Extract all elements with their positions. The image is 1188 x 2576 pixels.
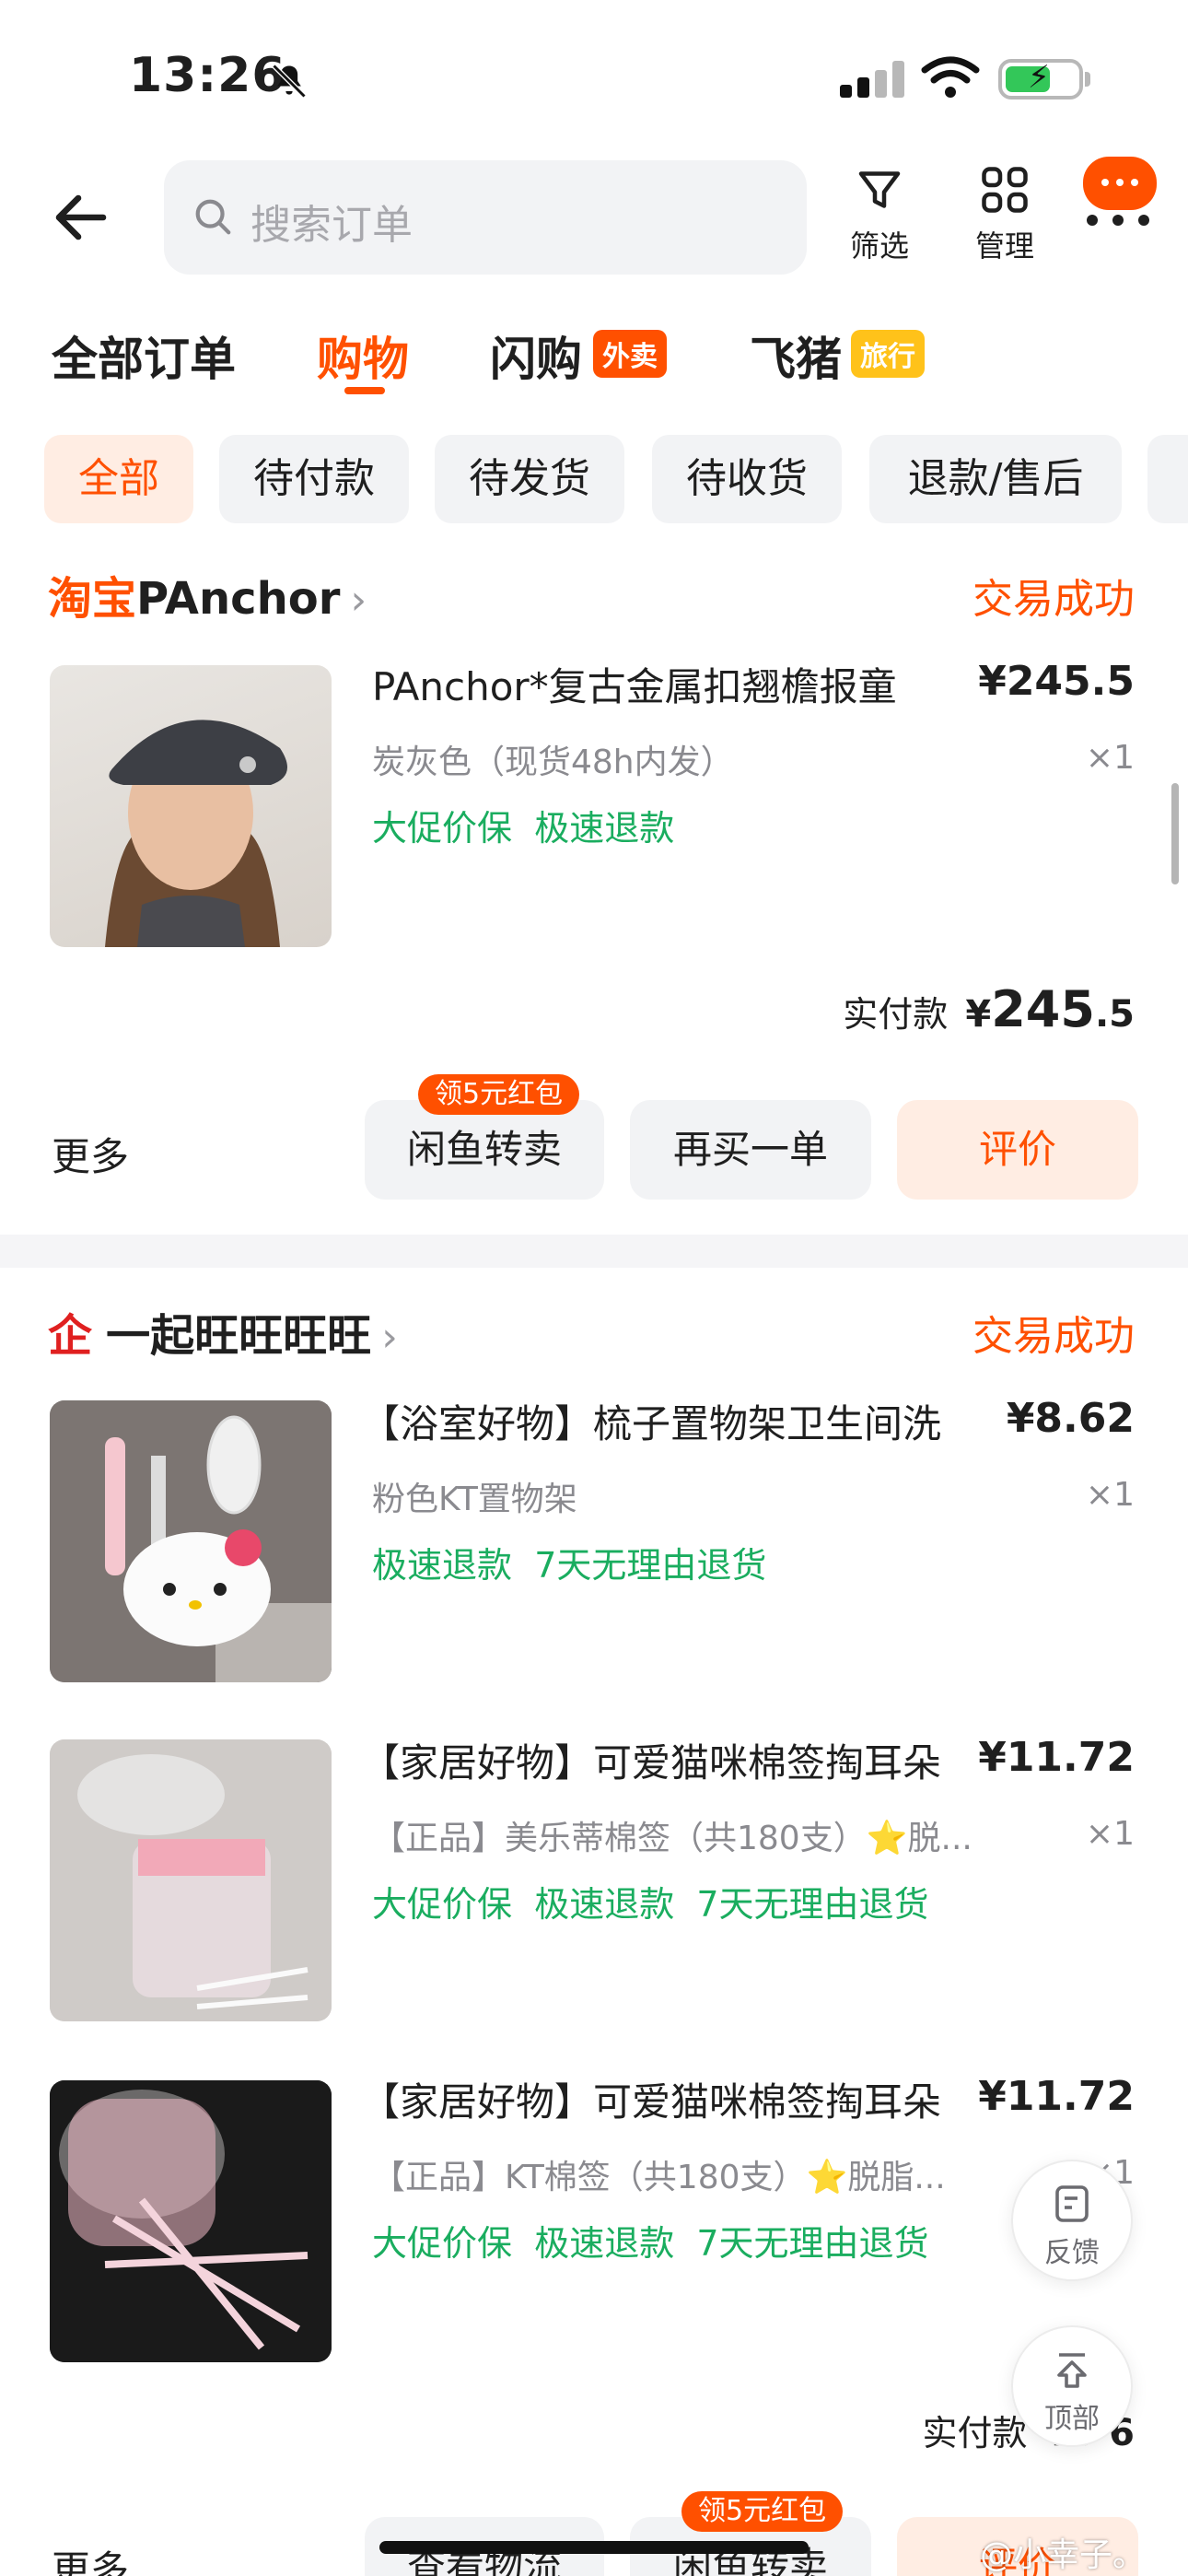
feedback-icon — [1055, 2185, 1089, 2222]
product-qty-rack: ×1 — [1085, 1476, 1135, 1514]
order-status: 交易成功 — [973, 576, 1135, 623]
product-qty: ×1 — [1085, 739, 1135, 777]
paid-integer: 245 — [991, 980, 1095, 1038]
wifi-icon — [921, 56, 980, 98]
tag-fast-refund: 极速退款 — [372, 1545, 513, 1586]
resell-button[interactable]: 闲鱼转卖 — [365, 1100, 604, 1200]
product-spec-swabs-2: 【正品】KT棉签（共180支）⭐脱脂... — [372, 2159, 946, 2196]
tab-active-indicator — [344, 387, 385, 394]
tag-fast-refund: 极速退款 — [534, 1884, 675, 1925]
product-price: ¥245.5 — [978, 658, 1135, 705]
product-spec-swabs-1: 【正品】美乐蒂棉签（共180支）⭐脱... — [372, 1820, 973, 1857]
tab-fliggy-label: 飞猪 — [750, 333, 842, 386]
tag-price-protect: 大促价保 — [372, 2223, 513, 2264]
chevron-right-icon: › — [350, 577, 367, 624]
product-tags-swabs-2: 大促价保 极速退款 7天无理由退货 — [372, 2215, 929, 2266]
back-arrow-icon[interactable] — [48, 184, 114, 251]
product-image-rack[interactable] — [50, 1400, 332, 1682]
grid-icon — [982, 167, 1028, 213]
tag-7day-return: 7天无理由退货 — [696, 2223, 929, 2264]
status-time: 13:26 — [129, 48, 286, 103]
chat-bubble-icon[interactable] — [1083, 157, 1157, 210]
signal-icon — [840, 61, 910, 98]
taobao-logo: 淘宝 — [48, 573, 137, 625]
more-menu-button[interactable] — [1087, 212, 1164, 229]
battery-tip — [1085, 72, 1090, 87]
filter-button[interactable]: 筛选 — [829, 162, 930, 265]
order-status-2: 交易成功 — [973, 1313, 1135, 1360]
filter-chip-all[interactable]: 全部 — [44, 435, 193, 523]
product-spec-rack: 粉色KT置物架 — [372, 1481, 577, 1518]
manage-label: 管理 — [974, 228, 1034, 263]
product-title-rack[interactable]: 【浴室好物】梳子置物架卫生间洗 — [361, 1393, 941, 1449]
product-qty-swabs-1: ×1 — [1085, 1815, 1135, 1853]
product-spec: 炭灰色（现货48h内发） — [372, 744, 734, 781]
battery-icon: ⚡ — [998, 59, 1083, 100]
product-title-swabs-2[interactable]: 【家居好物】可爱猫咪棉签掏耳朵 — [361, 2071, 941, 2127]
paid-decimal: .5 — [1094, 993, 1135, 1036]
filter-chip-overflow[interactable] — [1147, 435, 1188, 523]
product-image[interactable] — [50, 665, 332, 947]
order-shop-header[interactable]: 淘宝PAnchor › — [48, 562, 367, 626]
coupon-badge: 领5元红包 — [418, 1074, 580, 1115]
paid-amount: 实付款 ¥245.5 — [843, 980, 1135, 1038]
manage-button[interactable]: 管理 — [954, 162, 1055, 265]
product-tags: 大促价保 极速退款 — [372, 800, 674, 850]
shop-name-2: 一起旺旺旺旺 — [106, 1310, 372, 1362]
review-button[interactable]: 评价 — [897, 1100, 1138, 1200]
product-title[interactable]: PAnchor*复古金属扣翘檐报童 — [372, 656, 897, 712]
filter-chip-pending-receipt[interactable]: 待收货 — [652, 435, 842, 523]
bell-slash-icon — [272, 64, 307, 99]
product-price-swabs-2: ¥11.72 — [978, 2073, 1135, 2120]
product-image-swabs-1[interactable] — [50, 1739, 332, 2021]
coupon-badge-2: 领5元红包 — [681, 2491, 844, 2532]
filter-chip-refund[interactable]: 退款/售后 — [869, 435, 1122, 523]
tab-fliggy[interactable]: 飞猪 — [750, 322, 842, 389]
product-title-swabs-1[interactable]: 【家居好物】可爱猫咪棉签掏耳朵 — [361, 1732, 941, 1788]
filter-label: 筛选 — [849, 228, 909, 263]
tag-price-protect: 大促价保 — [372, 1884, 513, 1925]
product-price-rack: ¥8.62 — [1006, 1395, 1135, 1442]
top-label: 顶部 — [1044, 2403, 1100, 2435]
buy-again-button[interactable]: 再买一单 — [630, 1100, 871, 1200]
order-shop-header-2[interactable]: 企 一起旺旺旺旺 › — [48, 1299, 398, 1364]
scrollbar[interactable] — [1171, 783, 1179, 884]
tab-flash-buy[interactable]: 闪购 — [490, 322, 582, 389]
search-input[interactable]: 搜索订单 — [164, 160, 807, 275]
tab-shopping[interactable]: 购物 — [317, 322, 409, 389]
funnel-icon — [858, 171, 901, 208]
paid-label: 实付款 — [843, 994, 949, 1035]
top-arrow-icon — [1057, 2353, 1087, 2388]
tab-badge-takeout: 外卖 — [593, 330, 667, 378]
search-icon — [195, 199, 231, 235]
feedback-label: 反馈 — [1044, 2237, 1100, 2269]
product-image-swabs-2[interactable] — [50, 2080, 332, 2362]
tag-price-protect: 大促价保 — [372, 808, 513, 849]
tab-flash-buy-label: 闪购 — [490, 333, 582, 386]
back-to-top-button[interactable]: 顶部 — [1011, 2325, 1133, 2447]
tab-all-orders[interactable]: 全部订单 — [52, 322, 236, 389]
tag-7day-return: 7天无理由退货 — [534, 1545, 767, 1586]
watermark: @小幸子。 — [980, 2536, 1147, 2574]
enterprise-logo: 企 — [48, 1310, 93, 1362]
paid-label-2: 实付款 — [922, 2413, 1028, 2453]
product-price-swabs-1: ¥11.72 — [978, 1734, 1135, 1781]
tag-fast-refund: 极速退款 — [534, 2223, 675, 2264]
search-placeholder: 搜索订单 — [250, 202, 413, 249]
more-link-2[interactable]: 更多 — [52, 2539, 129, 2576]
tab-badge-travel: 旅行 — [851, 330, 925, 378]
order-divider — [0, 1235, 1188, 1268]
tag-7day-return: 7天无理由退货 — [696, 1884, 929, 1925]
product-tags-swabs-1: 大促价保 极速退款 7天无理由退货 — [372, 1876, 929, 1926]
filter-chip-pending-payment[interactable]: 待付款 — [219, 435, 409, 523]
more-link[interactable]: 更多 — [52, 1126, 129, 1182]
shop-name: PAnchor — [136, 573, 341, 625]
product-tags-rack: 极速退款 7天无理由退货 — [372, 1537, 766, 1587]
home-indicator[interactable] — [379, 2541, 809, 2554]
tag-fast-refund: 极速退款 — [534, 808, 675, 849]
paid-currency: ¥ — [965, 993, 992, 1036]
chevron-right-icon: › — [381, 1314, 398, 1361]
filter-chip-pending-shipment[interactable]: 待发货 — [435, 435, 624, 523]
feedback-button[interactable]: 反馈 — [1011, 2160, 1133, 2281]
